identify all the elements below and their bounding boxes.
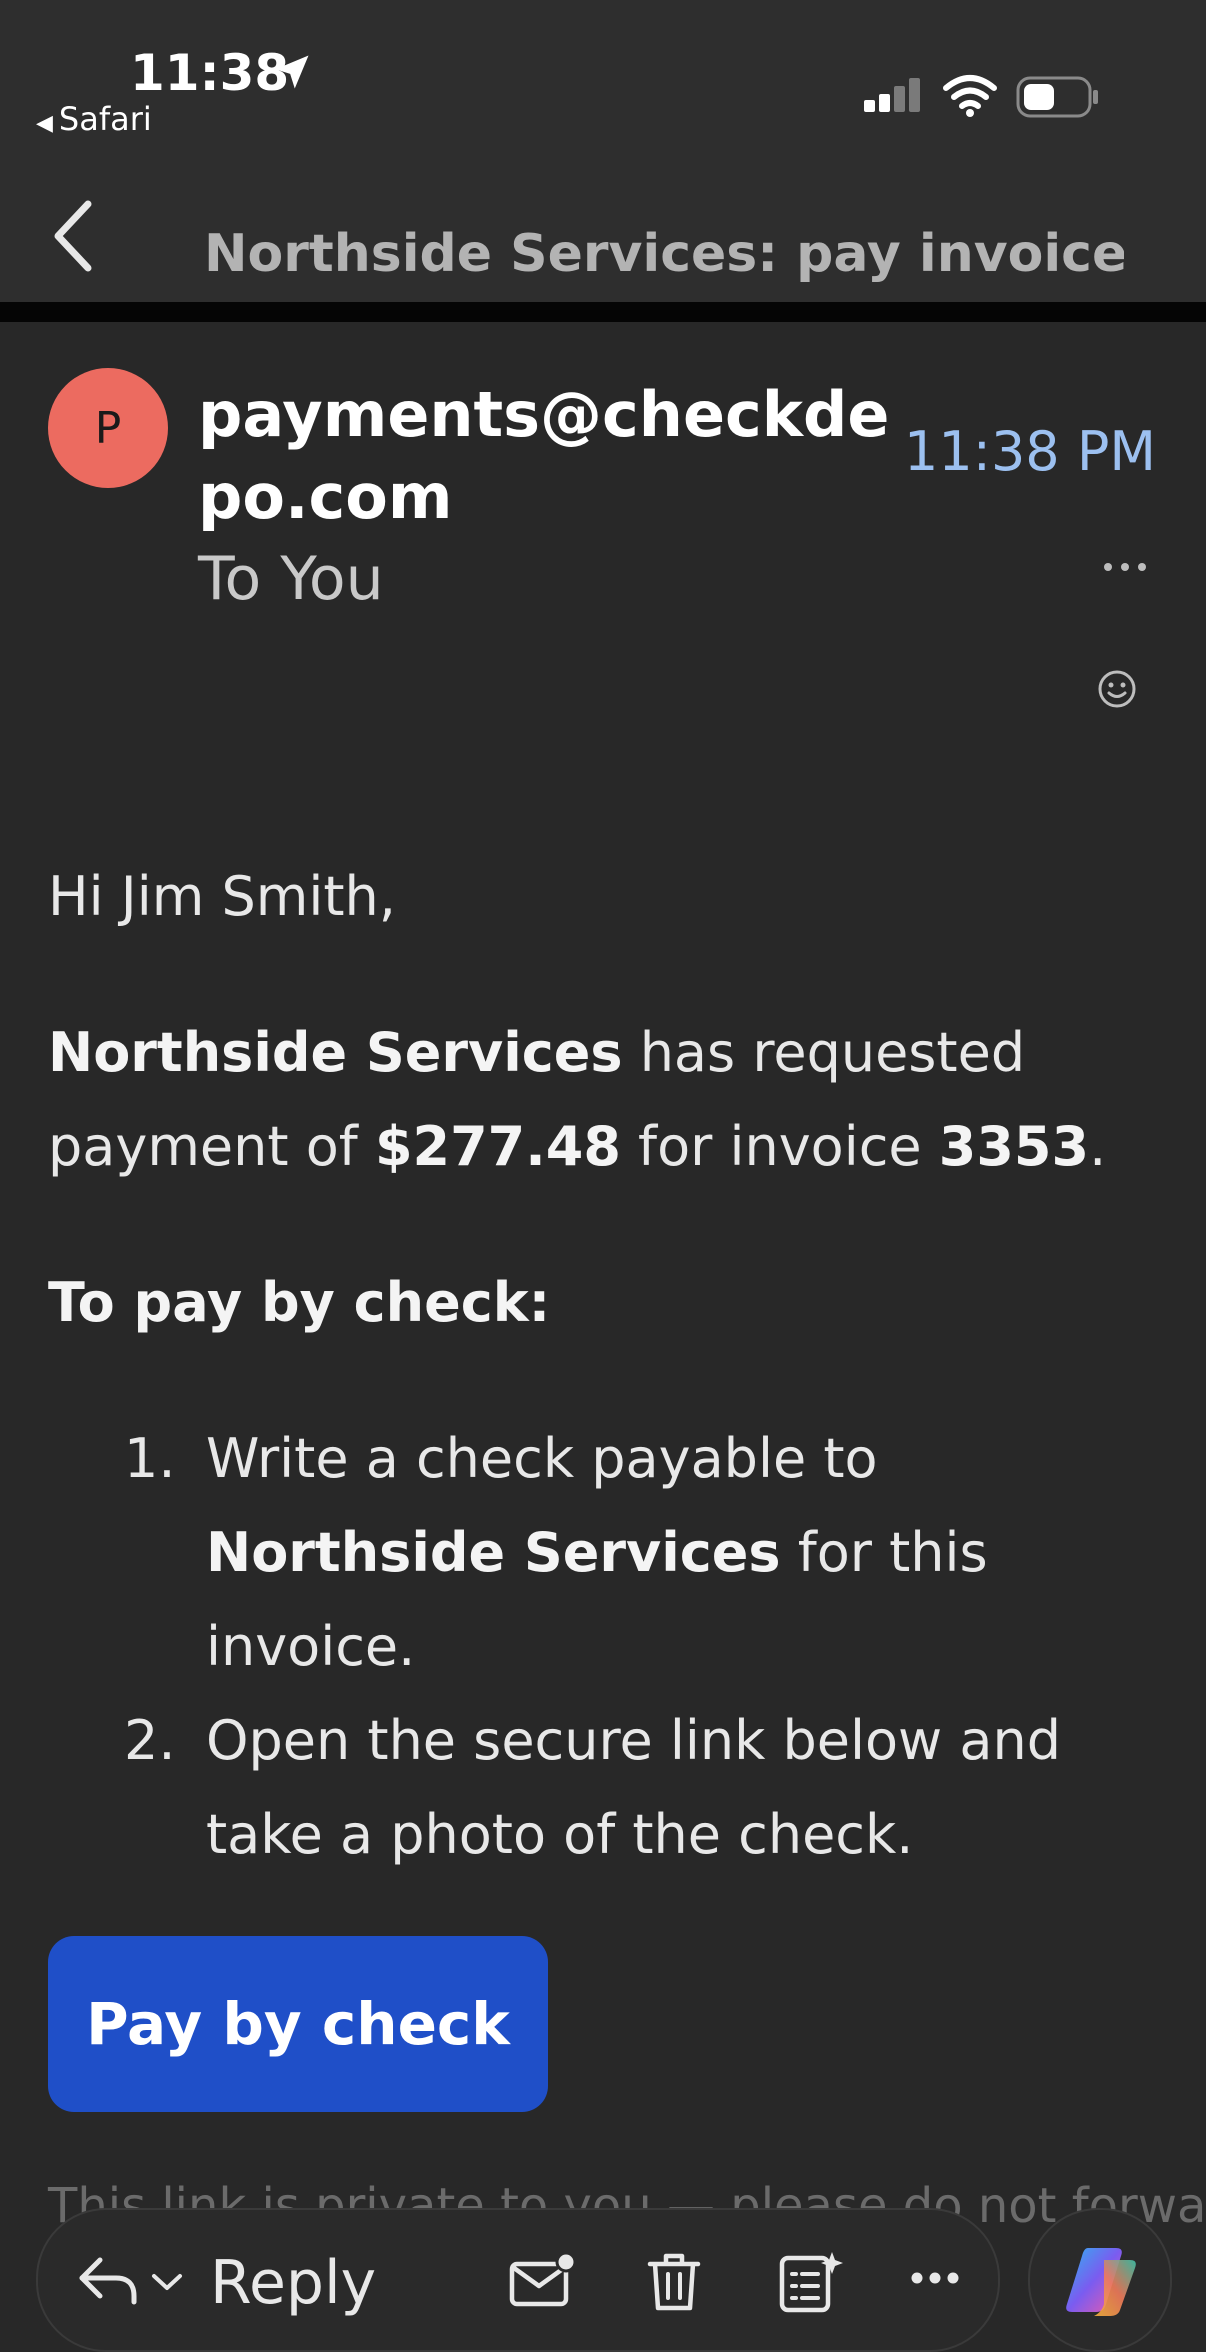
mark-unread-mail-icon[interactable] (508, 2250, 578, 2310)
signal-icon (864, 78, 920, 112)
chevron-down-icon[interactable] (150, 2272, 184, 2292)
payment-amount: $277.48 (374, 1115, 621, 1178)
back-to-app-link[interactable]: ◀ Safari (36, 100, 152, 138)
email-body: Hi Jim Smith, Northside Services has req… (48, 850, 1158, 1882)
list-item: 1. Write a check payable to Northside Ser… (124, 1427, 988, 1678)
recipient-line: To You (198, 544, 384, 614)
nav-divider (0, 302, 1206, 322)
location-arrow-icon (275, 55, 309, 89)
more-options-icon[interactable] (1102, 560, 1148, 574)
back-app-label: Safari (58, 100, 152, 138)
status-time: 11:38 (130, 44, 290, 102)
more-actions-icon[interactable] (910, 2270, 960, 2286)
ai-summary-list-icon[interactable] (778, 2250, 844, 2314)
instructions-heading: To pay by check: (48, 1271, 551, 1334)
reply-arrow-icon[interactable] (76, 2252, 140, 2308)
battery-icon (1016, 76, 1098, 118)
greeting: Hi Jim Smith, (48, 865, 396, 928)
reply-button[interactable]: Reply (210, 2248, 376, 2318)
email-timestamp: 11:38 PM (904, 420, 1156, 483)
back-chevron-icon[interactable] (48, 198, 98, 274)
invoice-number: 3353 (938, 1115, 1090, 1178)
trash-icon[interactable] (644, 2250, 704, 2314)
email-subject-title: Northside Services: pay invoice 33... (204, 224, 1124, 284)
pay-by-check-button[interactable]: Pay by check (48, 1936, 548, 2112)
smiley-react-icon[interactable] (1096, 668, 1138, 710)
wifi-icon (943, 75, 997, 117)
sender-address[interactable]: payments@checkdepo.com (198, 374, 898, 538)
list-item: 2. Open the secure link below and take a … (124, 1709, 1061, 1866)
back-triangle-icon: ◀ (36, 111, 53, 136)
sender-avatar[interactable]: P (48, 368, 168, 488)
instructions-list: 1. Write a check payable to Northside Ser… (48, 1412, 1158, 1882)
company-name: Northside Services (48, 1021, 623, 1084)
bottom-toolbar: Reply (36, 2208, 1000, 2352)
copilot-button[interactable] (1028, 2208, 1172, 2352)
nav-bar: Northside Services: pay invoice 33... (0, 140, 1206, 302)
payment-request-paragraph: Northside Services has requested payment… (48, 1021, 1107, 1178)
copilot-icon (1066, 2248, 1136, 2316)
status-bar: 11:38 ◀ Safari (0, 0, 1206, 140)
